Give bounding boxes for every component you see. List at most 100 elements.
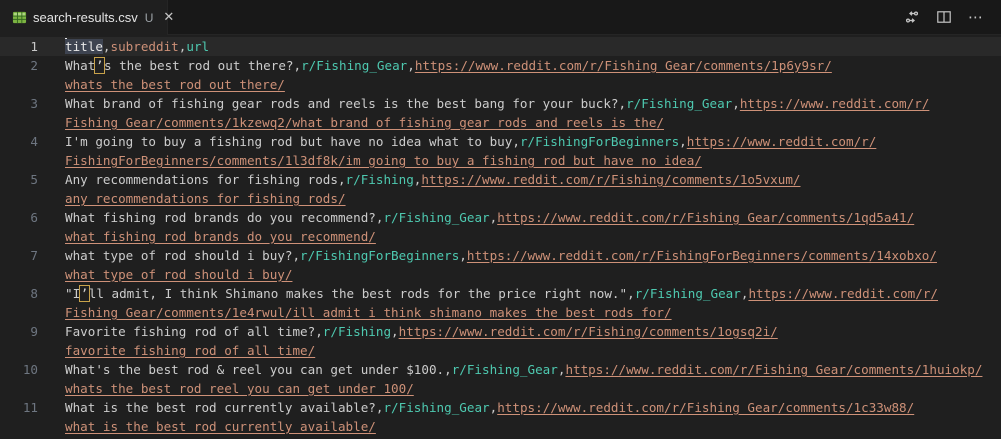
split-editor-icon[interactable]: [933, 6, 955, 28]
line-number: [0, 151, 38, 170]
line-number: [0, 227, 38, 246]
code-row[interactable]: FishingForBeginners/comments/1l3df8k/im_…: [0, 151, 1001, 170]
open-changes-icon[interactable]: [901, 6, 923, 28]
url-link[interactable]: what_is_the_best_rod_currently_available…: [65, 419, 376, 434]
code-text: FishingForBeginners/comments/1l3df8k/im_…: [38, 151, 702, 170]
code-text: What's the best rod & reel you can get u…: [38, 360, 982, 379]
line-number: [0, 75, 38, 94]
code-row[interactable]: favorite_fishing_rod_of_all_time/: [0, 341, 1001, 360]
code-text: Fishing_Gear/comments/1e4rwul/ill_admit_…: [38, 303, 672, 322]
url-link[interactable]: https://www.reddit.com/r/: [748, 286, 938, 301]
csv-text: ,: [679, 134, 687, 149]
csv-text: ,: [459, 248, 467, 263]
csv-text: Favorite fishing rod of all time?,: [65, 324, 323, 339]
code-text: Favorite fishing rod of all time?,r/Fish…: [38, 322, 778, 341]
code-row[interactable]: 11 What is the best rod currently availab…: [0, 398, 1001, 417]
code-text: What brand of fishing gear rods and reel…: [38, 94, 929, 113]
tab-search-results-csv[interactable]: search-results.csv U ✕: [0, 0, 174, 35]
csv-text: "I: [65, 286, 81, 301]
csv-text: ,: [407, 58, 415, 73]
code-text: any_recommendations_for_fishing_rods/: [38, 189, 346, 208]
code-row[interactable]: 7 what type of rod should i buy?,r/Fishin…: [0, 246, 1001, 265]
url-link[interactable]: https://www.reddit.com/r/Fishing_Gear/co…: [415, 58, 832, 73]
code-row[interactable]: 2 What’s the best rod out there?,r/Fishin…: [0, 56, 1001, 75]
url-link[interactable]: https://www.reddit.com/r/Fishing_Gear/co…: [497, 210, 914, 225]
url-link[interactable]: what_type_of_rod_should_i_buy/: [65, 267, 292, 282]
code-row[interactable]: 8 "I’ll admit, I think Shimano makes the …: [0, 284, 1001, 303]
subreddit-field: r/Fishing_Gear: [383, 400, 490, 415]
code-text: favorite_fishing_rod_of_all_time/: [38, 341, 315, 360]
url-link[interactable]: https://www.reddit.com/r/FishingForBegin…: [467, 248, 937, 263]
line-number: 8: [30, 286, 38, 301]
subreddit-field: r/Fishing_Gear: [634, 286, 741, 301]
line-number: [0, 341, 38, 360]
url-link[interactable]: https://www.reddit.com/r/: [687, 134, 877, 149]
code-row[interactable]: 10 What's the best rod & reel you can get…: [0, 360, 1001, 379]
code-row[interactable]: 9 Favorite fishing rod of all time?,r/Fis…: [0, 322, 1001, 341]
code-row[interactable]: 4 I'm going to buy a fishing rod but have…: [0, 132, 1001, 151]
code-row[interactable]: 6 What fishing rod brands do you recommen…: [0, 208, 1001, 227]
url-link[interactable]: whats_the_best_rod_out_there/: [65, 77, 285, 92]
code-row[interactable]: what_is_the_best_rod_currently_available…: [0, 417, 1001, 436]
code-text: Fishing_Gear/comments/1kzewq2/what_brand…: [38, 113, 664, 132]
code-text: what_fishing_rod_brands_do_you_recommend…: [38, 227, 376, 246]
code-lines: 1 title,subreddit,url 2 What’s the best rod…: [0, 37, 1001, 436]
csv-text: ,: [732, 96, 740, 111]
editor-tab-bar: search-results.csv U ✕ ⋯: [0, 0, 1001, 35]
csv-text: ,: [391, 324, 399, 339]
code-text: Any recommendations for fishing rods,r/F…: [38, 170, 801, 189]
subreddit-field: r/Fishing_Gear: [626, 96, 733, 111]
selected-word: title: [65, 39, 103, 54]
csv-text: What fishing rod brands do you recommend…: [65, 210, 384, 225]
code-text: whats_the_best_rod_out_there/: [38, 75, 285, 94]
url-link[interactable]: FishingForBeginners/comments/1l3df8k/im_…: [65, 153, 702, 168]
line-number: [0, 417, 38, 436]
subreddit-field: r/Fishing_Gear: [301, 58, 408, 73]
url-link[interactable]: https://www.reddit.com/r/Fishing_Gear/co…: [565, 362, 982, 377]
csv-text: Any recommendations for fishing rods,: [65, 172, 346, 187]
line-number: [0, 303, 38, 322]
code-editor[interactable]: 1 title,subreddit,url 2 What’s the best rod…: [0, 35, 1001, 436]
csv-text: ll admit, I think Shimano makes the best…: [88, 286, 635, 301]
line-number: 5: [30, 172, 38, 187]
more-actions-icon[interactable]: ⋯: [965, 6, 987, 28]
url-link[interactable]: Fishing_Gear/comments/1kzewq2/what_brand…: [65, 115, 664, 130]
code-row[interactable]: what_type_of_rod_should_i_buy/: [0, 265, 1001, 284]
line-number: [0, 113, 38, 132]
code-row[interactable]: whats_the_best_rod_reel_you_can_get_unde…: [0, 379, 1001, 398]
line-number: [0, 379, 38, 398]
csv-text: I'm going to buy a fishing rod but have …: [65, 134, 520, 149]
url-link[interactable]: what_fishing_rod_brands_do_you_recommend…: [65, 229, 376, 244]
line-number: 10: [22, 362, 38, 377]
line-number: [0, 265, 38, 284]
url-link[interactable]: https://www.reddit.com/r/Fishing/comment…: [421, 172, 800, 187]
code-text: what_type_of_rod_should_i_buy/: [38, 265, 292, 284]
subreddit-field: r/Fishing_Gear: [383, 210, 490, 225]
url-link[interactable]: favorite_fishing_rod_of_all_time/: [65, 343, 315, 358]
code-row[interactable]: whats_the_best_rod_out_there/: [0, 75, 1001, 94]
code-row[interactable]: 1 title,subreddit,url: [0, 37, 1001, 56]
url-link[interactable]: any_recommendations_for_fishing_rods/: [65, 191, 346, 206]
csv-text: What brand of fishing gear rods and reel…: [65, 96, 627, 111]
code-row[interactable]: 5 Any recommendations for fishing rods,r/…: [0, 170, 1001, 189]
code-row[interactable]: 3 What brand of fishing gear rods and ree…: [0, 94, 1001, 113]
subreddit-field: r/FishingForBeginners: [519, 134, 680, 149]
subreddit-field: r/Fishing_Gear: [451, 362, 558, 377]
subreddit-field: r/FishingForBeginners: [300, 248, 460, 263]
line-number: 6: [30, 210, 38, 225]
code-row[interactable]: Fishing_Gear/comments/1e4rwul/ill_admit_…: [0, 303, 1001, 322]
url-link[interactable]: https://www.reddit.com/r/: [740, 96, 930, 111]
code-row[interactable]: Fishing_Gear/comments/1kzewq2/what_brand…: [0, 113, 1001, 132]
url-link[interactable]: whats_the_best_rod_reel_you_can_get_unde…: [65, 381, 414, 396]
url-link[interactable]: https://www.reddit.com/r/Fishing_Gear/co…: [497, 400, 914, 415]
url-link[interactable]: https://www.reddit.com/r/Fishing/comment…: [399, 324, 778, 339]
close-tab-icon[interactable]: ✕: [163, 11, 174, 24]
csv-text: ,: [102, 39, 111, 54]
code-row[interactable]: any_recommendations_for_fishing_rods/: [0, 189, 1001, 208]
line-number: 1: [30, 39, 38, 54]
csv-text: s the best rod out there?,: [103, 58, 302, 73]
code-text: I'm going to buy a fishing rod but have …: [38, 132, 876, 151]
url-link[interactable]: Fishing_Gear/comments/1e4rwul/ill_admit_…: [65, 305, 672, 320]
csv-text: what type of rod should i buy?,: [65, 248, 301, 263]
code-row[interactable]: what_fishing_rod_brands_do_you_recommend…: [0, 227, 1001, 246]
